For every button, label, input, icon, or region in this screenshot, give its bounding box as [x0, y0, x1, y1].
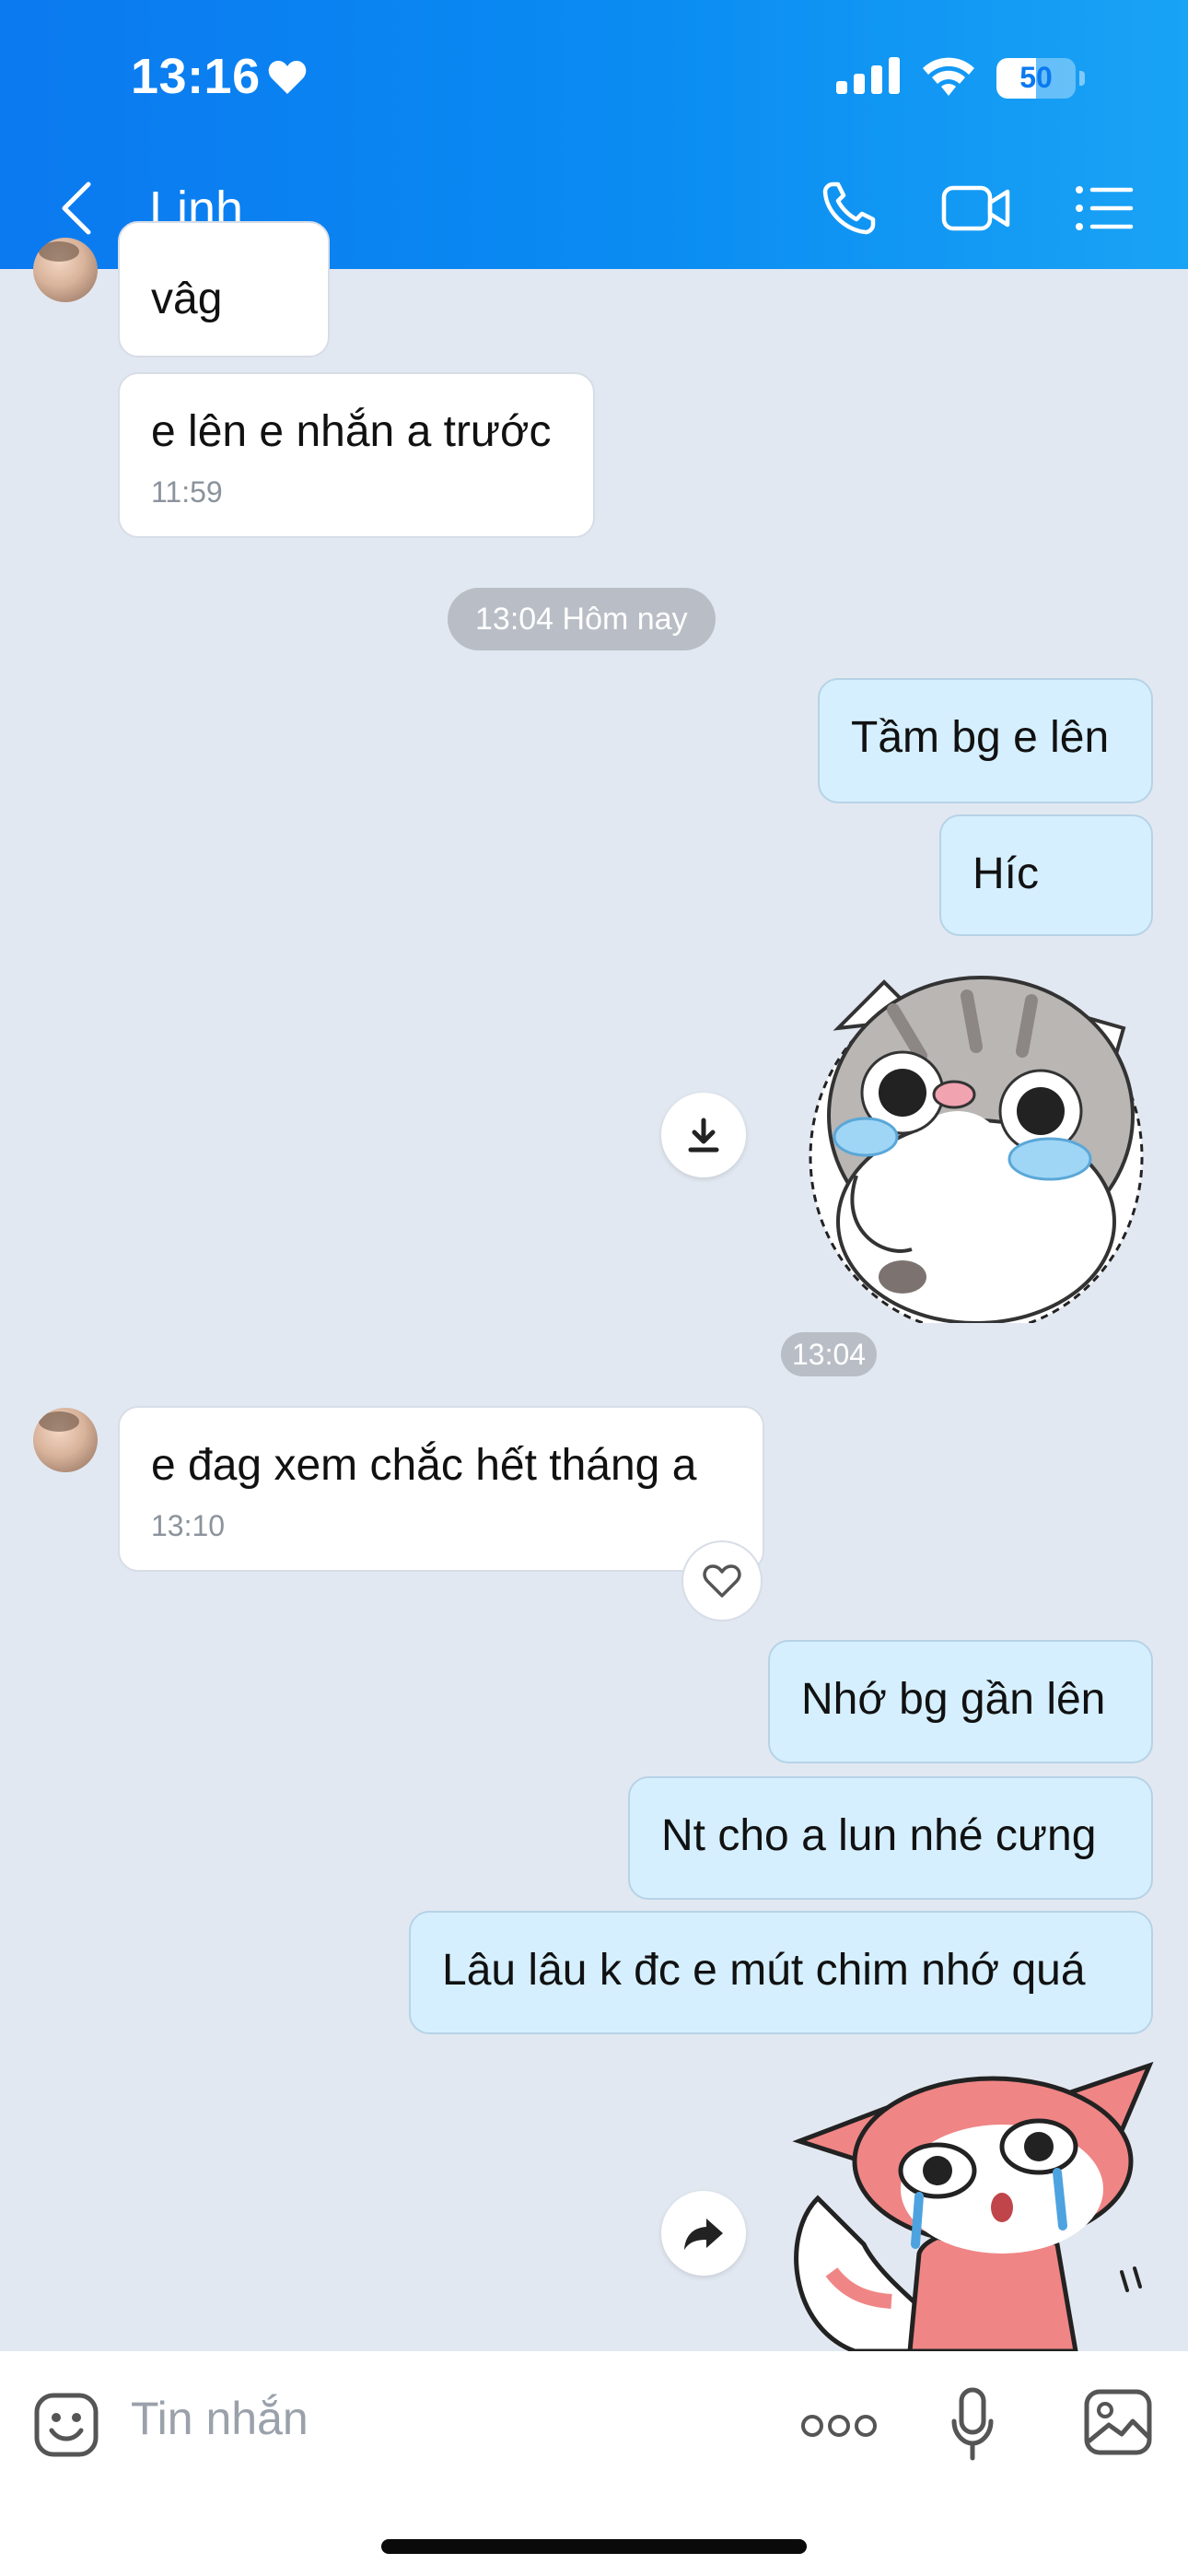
download-icon — [688, 1118, 719, 1153]
outgoing-message[interactable]: Tầm bg e lên — [818, 678, 1153, 803]
home-indicator[interactable] — [381, 2539, 807, 2554]
message-text: Híc — [973, 849, 1039, 898]
microphone-icon — [951, 2387, 994, 2461]
cellular-signal-icon — [836, 57, 901, 99]
date-separator: 13:04 Hôm nay — [448, 588, 716, 650]
battery-tip — [1079, 70, 1085, 86]
phone-icon — [822, 181, 876, 235]
forward-sticker-button[interactable] — [661, 2191, 746, 2276]
status-indicators: 50 — [836, 55, 1085, 100]
wifi-icon — [921, 55, 976, 100]
crying-fox-sticker[interactable] — [781, 2060, 1159, 2351]
chat-options-button[interactable] — [1074, 179, 1135, 238]
forward-arrow-icon — [684, 2219, 723, 2250]
message-time: 13:10 — [151, 1509, 226, 1542]
download-sticker-button[interactable] — [661, 1093, 746, 1177]
video-call-button[interactable] — [941, 179, 1011, 238]
sticker-time: 13:04 — [781, 1332, 878, 1376]
heart-icon — [267, 59, 308, 100]
battery-percent: 50 — [1019, 61, 1053, 94]
outgoing-message[interactable]: Híc — [939, 814, 1153, 936]
status-time: 13:16 — [131, 49, 261, 104]
video-call-icon — [941, 185, 1010, 231]
message-text: Tầm bg e lên — [851, 713, 1110, 762]
outgoing-message[interactable]: Nt cho a lun nhé cưng — [628, 1776, 1153, 1900]
more-options-button[interactable] — [801, 2412, 877, 2440]
message-text: vâg — [151, 275, 223, 323]
message-text: e đag xem chắc hết tháng a — [151, 1441, 697, 1490]
incoming-message[interactable]: e đag xem chắc hết tháng a 13:10 — [118, 1406, 764, 1572]
back-button[interactable] — [55, 181, 101, 236]
message-text: Lâu lâu k đc e mút chim nhớ quá — [442, 1946, 1086, 1995]
emoji-icon — [34, 2393, 99, 2457]
heart-outline-icon — [703, 1564, 741, 1598]
message-input[interactable]: Tin nhắn — [131, 2392, 309, 2445]
photo-picker-button[interactable] — [1083, 2388, 1153, 2456]
incoming-message[interactable]: e lên e nhắn a trước 11:59 — [118, 372, 595, 538]
outgoing-message[interactable]: Lâu lâu k đc e mút chim nhớ quá — [409, 1911, 1153, 2034]
back-chevron-icon — [62, 181, 91, 235]
avatar[interactable] — [33, 1408, 98, 1472]
message-text: Nhớ bg gần lên — [801, 1675, 1106, 1724]
react-heart-button[interactable] — [681, 1540, 763, 1622]
image-icon — [1084, 2389, 1152, 2455]
avatar[interactable] — [33, 238, 98, 302]
more-dots-icon — [801, 2415, 877, 2437]
emoji-button[interactable] — [33, 2392, 99, 2458]
battery-icon: 50 — [996, 57, 1076, 99]
outgoing-message[interactable]: Nhớ bg gần lên — [768, 1640, 1153, 1763]
crying-cat-sticker[interactable] — [783, 954, 1151, 1323]
voice-record-button[interactable] — [950, 2386, 995, 2462]
menu-list-icon — [1076, 186, 1134, 230]
incoming-message[interactable]: vâg — [118, 221, 330, 357]
message-time: 11:59 — [151, 475, 223, 509]
phone-call-button[interactable] — [818, 179, 884, 238]
message-text: Nt cho a lun nhé cưng — [661, 1811, 1097, 1860]
message-text: e lên e nhắn a trước — [151, 407, 552, 456]
